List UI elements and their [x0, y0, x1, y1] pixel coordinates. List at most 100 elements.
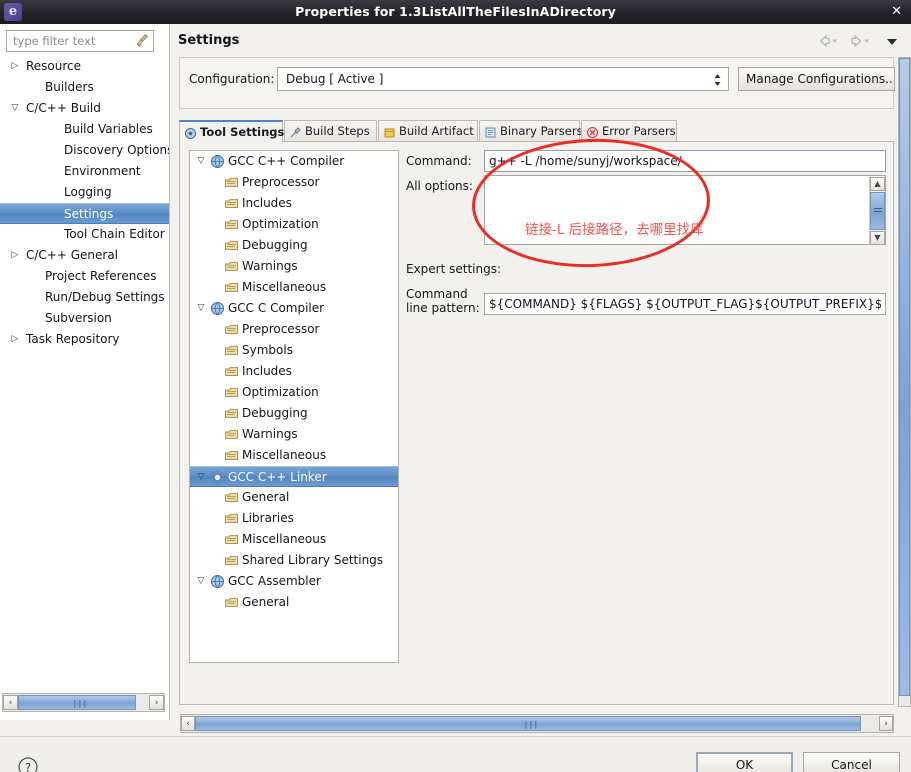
cancel-button[interactable]: Cancel — [803, 752, 900, 772]
chevron-right-icon[interactable]: ▷ — [6, 245, 24, 266]
manage-configurations-button[interactable]: Manage Configurations.. — [738, 67, 895, 91]
chevron-down-icon[interactable]: ▽ — [194, 571, 208, 592]
search-input[interactable] — [6, 30, 154, 52]
updown-spinner-icon[interactable] — [712, 72, 723, 88]
scroll-right-icon[interactable]: › — [879, 716, 893, 731]
tool-tree-item-general[interactable]: General — [190, 592, 398, 613]
tool-tree-item-miscellaneous[interactable]: Miscellaneous — [190, 277, 398, 298]
scroll-down-icon[interactable]: ▼ — [870, 231, 885, 245]
tool-tree-item-miscellaneous[interactable]: Miscellaneous — [190, 529, 398, 550]
command-label: Command: — [406, 154, 472, 168]
tool-tree-item-gcc-c++-linker[interactable]: ▽ GCC C++ Linker — [190, 466, 398, 487]
tool-tree-item-gcc-c++-compiler[interactable]: ▽ GCC C++ Compiler — [190, 151, 398, 172]
tool-tree-item-preprocessor[interactable]: Preprocessor — [190, 319, 398, 340]
tool-options-form: Command: All options: ▲ ▼ Expert setting… — [406, 150, 886, 663]
tool-tree-item-debugging[interactable]: Debugging — [190, 235, 398, 256]
tool-tree-item-shared-library-settings[interactable]: Shared Library Settings — [190, 550, 398, 571]
scroll-left-icon[interactable]: ‹ — [181, 716, 195, 731]
sidebar-item-builders[interactable]: Builders — [0, 77, 169, 98]
scrollbar-grip: ∣∣∣ — [524, 720, 539, 729]
sidebar-item-label: C/C++ General — [26, 248, 119, 262]
tool-tree-item-symbols[interactable]: Symbols — [190, 340, 398, 361]
chevron-down-icon[interactable]: ▽ — [6, 98, 24, 119]
scroll-left-icon[interactable]: ‹ — [3, 695, 18, 710]
option-icon — [224, 490, 239, 505]
tool-tree-item-optimization[interactable]: Optimization — [190, 382, 398, 403]
all-options-textarea[interactable]: ▲ ▼ — [484, 175, 886, 245]
tool-tree-item-debugging[interactable]: Debugging — [190, 403, 398, 424]
sidebar-item-label: Discovery Options — [64, 143, 169, 157]
option-icon — [224, 322, 239, 337]
chevron-down-icon[interactable]: ▽ — [194, 298, 208, 319]
scrollbar-thumb[interactable]: ∣∣∣ — [18, 695, 136, 710]
sidebar-item-label: Logging — [64, 185, 112, 199]
command-input[interactable] — [484, 150, 886, 172]
error-parsers-icon — [586, 125, 599, 138]
chevron-down-icon[interactable]: ▽ — [194, 151, 208, 172]
option-icon — [224, 532, 239, 547]
chevron-right-icon[interactable]: ▷ — [6, 329, 24, 350]
tab-build-steps[interactable]: Build Steps — [284, 120, 377, 142]
tool-tree-item-gcc-assembler[interactable]: ▽ GCC Assembler — [190, 571, 398, 592]
tool-tree-item-includes[interactable]: Includes — [190, 361, 398, 382]
window-title-bar: e Properties for 1.3ListAllTheFilesInADi… — [0, 0, 911, 24]
command-line-pattern-label-line2: line pattern: — [406, 301, 480, 315]
tool-tree-item-label: Warnings — [242, 427, 298, 441]
settings-content-pane: Settings Configuration: Debug [Active]… — [171, 24, 911, 720]
tab-tool-settings[interactable]: Tool Settings — [179, 120, 284, 142]
back-arrow-icon[interactable] — [816, 32, 842, 50]
close-icon[interactable]: ✕ — [891, 0, 902, 24]
tool-tree-item-preprocessor[interactable]: Preprocessor — [190, 172, 398, 193]
dialog-footer: ? OK Cancel — [0, 736, 911, 772]
tool-tree-item-libraries[interactable]: Libraries — [190, 508, 398, 529]
tool-tree-item-miscellaneous[interactable]: Miscellaneous — [190, 445, 398, 466]
tool-chain-tree[interactable]: ▽ GCC C++ Compiler Preprocessor Includes Opt… — [189, 150, 399, 663]
all-options-scrollbar[interactable]: ▲ ▼ — [869, 177, 885, 245]
sidebar-horizontal-scrollbar[interactable]: ‹ ∣∣∣ › — [2, 693, 165, 712]
sidebar-item-subversion[interactable]: Subversion — [0, 308, 169, 329]
scrollbar-thumb[interactable]: ∣∣∣ — [195, 716, 861, 731]
tab-binary-parsers[interactable]: Binary Parsers — [479, 120, 583, 142]
sidebar-item-build-variables[interactable]: Build Variables — [0, 119, 169, 140]
tool-tree-item-gcc-c-compiler[interactable]: ▽ GCC C Compiler — [190, 298, 398, 319]
scroll-up-icon[interactable]: ▲ — [870, 177, 885, 191]
sidebar-item-discovery-options[interactable]: Discovery Options — [0, 140, 169, 161]
settings-tree[interactable]: ▷ Resource Builders ▽ C/C++ Build Build Varia… — [0, 56, 169, 711]
chevron-down-icon[interactable]: ▽ — [194, 467, 208, 488]
tool-tree-item-warnings[interactable]: Warnings — [190, 424, 398, 445]
command-line-pattern-input[interactable] — [484, 293, 886, 315]
sidebar-item-c-c-build[interactable]: ▽ C/C++ Build — [0, 98, 169, 119]
view-menu-icon[interactable] — [884, 32, 900, 50]
tool-tree-item-includes[interactable]: Includes — [190, 193, 398, 214]
scrollbar-thumb[interactable] — [899, 58, 910, 696]
sidebar-item-task-repository[interactable]: ▷ Task Repository — [0, 329, 169, 350]
sidebar-item-c-c-general[interactable]: ▷ C/C++ General — [0, 245, 169, 266]
broom-icon[interactable] — [135, 33, 150, 49]
scrollbar-thumb[interactable] — [870, 192, 885, 230]
sidebar-item-run-debug-settings[interactable]: Run/Debug Settings — [0, 287, 169, 308]
tool-tree-item-optimization[interactable]: Optimization — [190, 214, 398, 235]
option-icon — [224, 406, 239, 421]
ok-button[interactable]: OK — [696, 752, 793, 772]
tool-tree-item-warnings[interactable]: Warnings — [190, 256, 398, 277]
sidebar-item-tool-chain-editor[interactable]: Tool Chain Editor — [0, 224, 169, 245]
sidebar-item-project-references[interactable]: Project References — [0, 266, 169, 287]
tool-tree-item-general[interactable]: General — [190, 487, 398, 508]
content-horizontal-scrollbar[interactable]: ‹ ∣∣∣ › — [180, 714, 894, 733]
tab-error-parsers[interactable]: Error Parsers — [581, 120, 677, 142]
scroll-right-icon[interactable]: › — [149, 695, 164, 710]
svg-text:?: ? — [25, 761, 31, 772]
tool-tree-item-label: Libraries — [242, 511, 294, 525]
sidebar-item-resource[interactable]: ▷ Resource — [0, 56, 169, 77]
help-question-icon[interactable]: ? — [17, 756, 39, 772]
configuration-label: Configuration: — [189, 72, 275, 86]
tab-build-artifact[interactable]: Build Artifact — [378, 120, 478, 142]
sidebar-item-settings[interactable]: Settings — [0, 203, 169, 224]
compiler-icon — [210, 154, 225, 169]
content-vertical-scrollbar[interactable] — [898, 57, 911, 707]
configuration-select[interactable]: Debug [ Active ] — [277, 67, 729, 91]
sidebar-item-environment[interactable]: Environment — [0, 161, 169, 182]
sidebar-item-logging[interactable]: Logging — [0, 182, 169, 203]
forward-arrow-icon[interactable] — [848, 32, 874, 50]
chevron-right-icon[interactable]: ▷ — [6, 56, 24, 77]
